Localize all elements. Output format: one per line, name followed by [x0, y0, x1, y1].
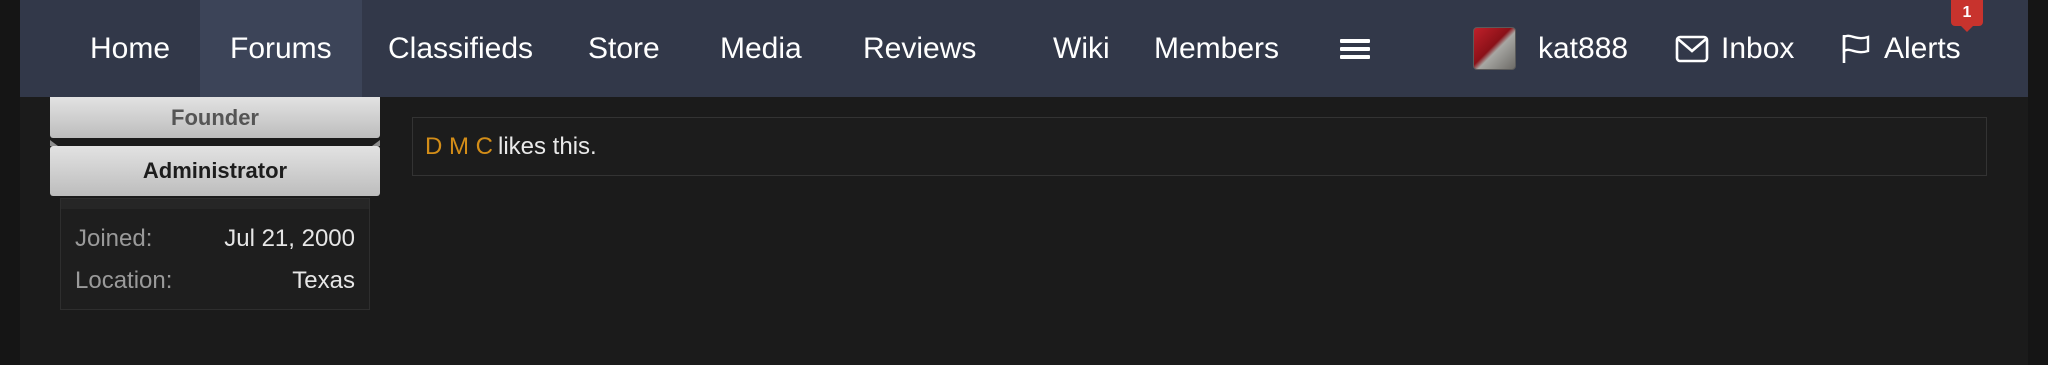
nav-members-label: Members [1154, 31, 1280, 65]
user-info-box: Joined: Jul 21, 2000 Location: Texas [60, 198, 370, 310]
flag-icon [1842, 34, 1870, 63]
nav-home[interactable]: Home [60, 0, 200, 97]
user-title-administrator: Administrator [50, 140, 380, 196]
user-stat-joined-value: Jul 21, 2000 [224, 225, 355, 252]
nav-media[interactable]: Media [690, 0, 832, 97]
nav-more-button[interactable] [1320, 0, 1390, 97]
nav-wiki-label: Wiki [1053, 31, 1110, 65]
user-stat-joined: Joined: Jul 21, 2000 [75, 221, 355, 257]
nav-store[interactable]: Store [558, 0, 690, 97]
nav-classifieds-label: Classifieds [388, 31, 534, 65]
page-left-gutter [0, 0, 20, 365]
alerts-label: Alerts [1884, 31, 1961, 65]
page-right-gutter [2028, 0, 2048, 365]
user-stat-joined-key: Joined: [75, 225, 153, 252]
user-stat-location-key: Location: [75, 267, 173, 294]
nav-store-label: Store [588, 31, 660, 65]
nav-forums-label: Forums [230, 31, 332, 65]
post-likes-bar: D M C likes this. [412, 117, 1987, 176]
account-menu[interactable]: kat888 [1473, 0, 1628, 97]
envelope-icon [1675, 35, 1709, 62]
user-stat-location: Location: Texas [75, 263, 355, 299]
nav-members[interactable]: Members [1124, 0, 1309, 97]
user-title-founder: Founder [50, 97, 380, 138]
nav-wiki[interactable]: Wiki [1023, 0, 1140, 97]
nav-reviews-label: Reviews [863, 31, 977, 65]
inbox-label: Inbox [1721, 31, 1795, 65]
avatar [1473, 27, 1516, 70]
alerts-button[interactable]: Alerts [1840, 0, 1961, 97]
user-stat-location-value: Texas [292, 267, 355, 294]
main-navigation: Home Forums Classifieds Store Media Revi… [20, 0, 2028, 97]
hamburger-icon [1340, 38, 1370, 59]
nav-classifieds[interactable]: Classifieds [358, 0, 563, 97]
alerts-count-badge: 1 [1951, 0, 1983, 32]
likes-user-link[interactable]: D M C [425, 133, 493, 161]
nav-forums[interactable]: Forums [200, 0, 362, 97]
info-box-top-edge [61, 199, 369, 209]
likes-text: likes this. [498, 132, 597, 160]
nav-media-label: Media [720, 31, 802, 65]
account-username: kat888 [1538, 31, 1629, 65]
nav-reviews[interactable]: Reviews [833, 0, 1006, 97]
page: Home Forums Classifieds Store Media Revi… [0, 0, 2048, 365]
nav-home-label: Home [90, 31, 171, 65]
inbox-button[interactable]: Inbox [1675, 0, 1794, 97]
